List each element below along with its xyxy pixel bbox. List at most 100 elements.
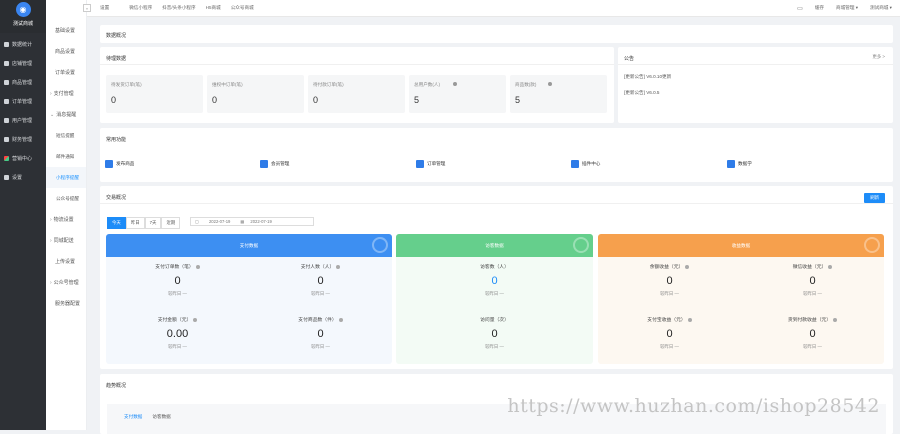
trade-panel-title: 访客数据 [485, 242, 504, 248]
trend-tab-visitor[interactable]: 访客数据 [152, 414, 170, 420]
pending-stat-box[interactable]: 总用户数(人) 5 [409, 75, 506, 113]
quick-function-icon [416, 160, 424, 168]
metric-compare: 较昨日 — [660, 291, 679, 296]
pending-stat-box[interactable]: 维权中订单(笔) 0 [207, 75, 304, 113]
sidebar-item-finance[interactable]: 财务管理 [0, 130, 46, 149]
trade-range-tab[interactable]: 7天 [144, 217, 162, 229]
watermark-text: https://www.huzhan.com/ishop28542 [507, 395, 880, 417]
trade-range-tab[interactable]: 昨日 [125, 217, 145, 229]
notice-more-link[interactable]: 更多 > [872, 54, 885, 60]
quick-function-label: 数据学 [738, 161, 752, 166]
date-range-picker[interactable]: ▢ 2022-07-19 ▦ 2022-07-19 [190, 217, 314, 226]
sidebar-item-label: 财务管理 [12, 137, 33, 143]
submenu-item[interactable]: ⌄ 消息提醒 [46, 104, 86, 125]
metric-label: 支付订单数（笔） [155, 265, 194, 270]
metric-label: 支付人数（人） [300, 265, 335, 270]
trade-metric: 支付人数（人） 0 较昨日 — [261, 263, 381, 297]
submenu-item[interactable]: 订单设置 [46, 62, 86, 83]
user-icon [372, 237, 388, 253]
metric-compare: 较昨日 — [168, 344, 187, 349]
sidebar-item-marketing[interactable]: 营销中心 [0, 149, 46, 168]
trade-range-tab[interactable]: 近期 [161, 217, 181, 229]
pending-stat-box[interactable]: 待发货订单(笔) 0 [106, 75, 203, 113]
pending-title: 待理数据 [106, 56, 127, 62]
trade-metric: 支付订单数（笔） 0 较昨日 — [118, 263, 238, 297]
user-icon [864, 237, 880, 253]
current-shop-menu[interactable]: 测试商城 ▾ [870, 5, 892, 11]
submenu-item[interactable]: › 物流设置 [46, 209, 86, 230]
help-icon [338, 317, 343, 322]
quick-function-label: 发布商品 [116, 161, 135, 166]
sidebar-item-chart[interactable]: 数据统计 [0, 35, 46, 54]
mall-manage-menu[interactable]: 商城管理 ▾ [836, 5, 858, 11]
cache-button[interactable]: 缓存 [815, 5, 824, 11]
collapse-button[interactable]: « [83, 4, 91, 12]
help-icon [828, 264, 833, 269]
pending-stat-box[interactable]: 商品数(款) 5 [510, 75, 607, 113]
submenu-item[interactable]: 商品设置 [46, 41, 86, 62]
sidebar-item-label: 店铺管理 [12, 61, 33, 67]
chevron-right-icon: › [50, 90, 52, 97]
help-icon [685, 264, 690, 269]
metric-value: 0 [666, 275, 673, 287]
notice-item[interactable]: [更新公告] V6.0.5 [624, 90, 660, 96]
trend-tab-pay[interactable]: 支付数据 [124, 414, 142, 420]
pending-stat-value: 0 [111, 95, 117, 105]
metric-label: 余额收益（元） [649, 265, 684, 270]
submenu-item[interactable]: 上传设置 [46, 251, 86, 272]
chevron-right-icon: › [50, 279, 52, 286]
trade-metric: 访问量（次） 0 较昨日 — [435, 316, 555, 350]
trade-range-tab[interactable]: 今天 [107, 217, 126, 229]
submenu-item[interactable]: › 支付管理 [46, 83, 86, 104]
pending-stat-label: 待付款订单(笔) [313, 82, 344, 87]
submenu-item[interactable]: › 同城配送 [46, 230, 86, 251]
overview-header: 数据概况 [100, 25, 893, 43]
trade-metric: 余额收益（元） 0 较昨日 — [610, 263, 730, 297]
notice-card: 公告 更多 > [更新公告] V6.0.10更新 [更新公告] V6.0.5 [618, 47, 893, 123]
submenu-item[interactable]: 服务器配置 [46, 293, 86, 314]
help-icon [336, 264, 341, 269]
sidebar-item-user[interactable]: 用户管理 [0, 111, 46, 130]
breadcrumb-settings[interactable]: 设置 [100, 5, 109, 11]
quick-function-icon [727, 160, 735, 168]
refresh-button[interactable]: 刷新 [864, 193, 885, 203]
topnav-official-account[interactable]: 公众号商城 [231, 5, 254, 11]
metric-value: 0 [666, 328, 673, 340]
sidebar-item-label: 设置 [12, 175, 23, 181]
submenu-item-label: 服务器配置 [55, 301, 81, 307]
submenu-item[interactable]: 公众号提醒 [46, 188, 86, 209]
topnav-h5[interactable]: H5商城 [206, 5, 221, 11]
sidebar-item-store[interactable]: 店铺管理 [0, 54, 46, 73]
topnav-douyin-mini[interactable]: 抖音/头条小程序 [162, 5, 195, 11]
pending-stat-box[interactable]: 待付款订单(笔) 0 [308, 75, 405, 113]
quick-function-item[interactable]: 插件中心 [571, 160, 600, 168]
metric-value: 0.00 [166, 328, 189, 340]
topnav-wechat-mini[interactable]: 微信小程序 [129, 5, 152, 11]
quick-function-item[interactable]: 发布商品 [105, 160, 134, 168]
sidebar-item-goods[interactable]: 商品管理 [0, 73, 46, 92]
sidebar-item-order[interactable]: 订单管理 [0, 92, 46, 111]
submenu-item-label: 小程序提醒 [56, 174, 79, 180]
logo-icon[interactable]: ◉ [15, 2, 31, 17]
pending-stat-value: 0 [212, 95, 218, 105]
submenu-item[interactable]: 基础设置 [46, 20, 86, 41]
submenu-item[interactable]: 邮件通知 [46, 146, 86, 167]
sidebar-item-label: 用户管理 [12, 118, 33, 124]
quick-function-item[interactable]: 会员管理 [260, 160, 289, 168]
quick-function-item[interactable]: 订单管理 [416, 160, 445, 168]
submenu-item[interactable]: 短信提醒 [46, 125, 86, 146]
help-icon [687, 317, 692, 322]
sidebar-item-settings[interactable]: 设置 [0, 168, 46, 187]
metric-value: 0 [491, 328, 498, 340]
metric-label: 访问量（次） [480, 318, 509, 323]
submenu-item[interactable]: › 公众号管理 [46, 272, 86, 293]
chevron-right-icon: › [50, 216, 52, 223]
notice-item[interactable]: [更新公告] V6.0.10更新 [624, 74, 671, 80]
monitor-icon[interactable]: ▭ [797, 5, 803, 12]
submenu-item-label: 基础设置 [55, 28, 76, 34]
quick-function-item[interactable]: 数据学 [727, 160, 752, 168]
trade-panel-title: 收益数据 [731, 242, 751, 248]
metric-label: 货到付款收益（元） [787, 318, 832, 323]
submenu-item-label: 订单设置 [55, 70, 76, 76]
submenu-item[interactable]: 小程序提醒 [46, 167, 86, 188]
